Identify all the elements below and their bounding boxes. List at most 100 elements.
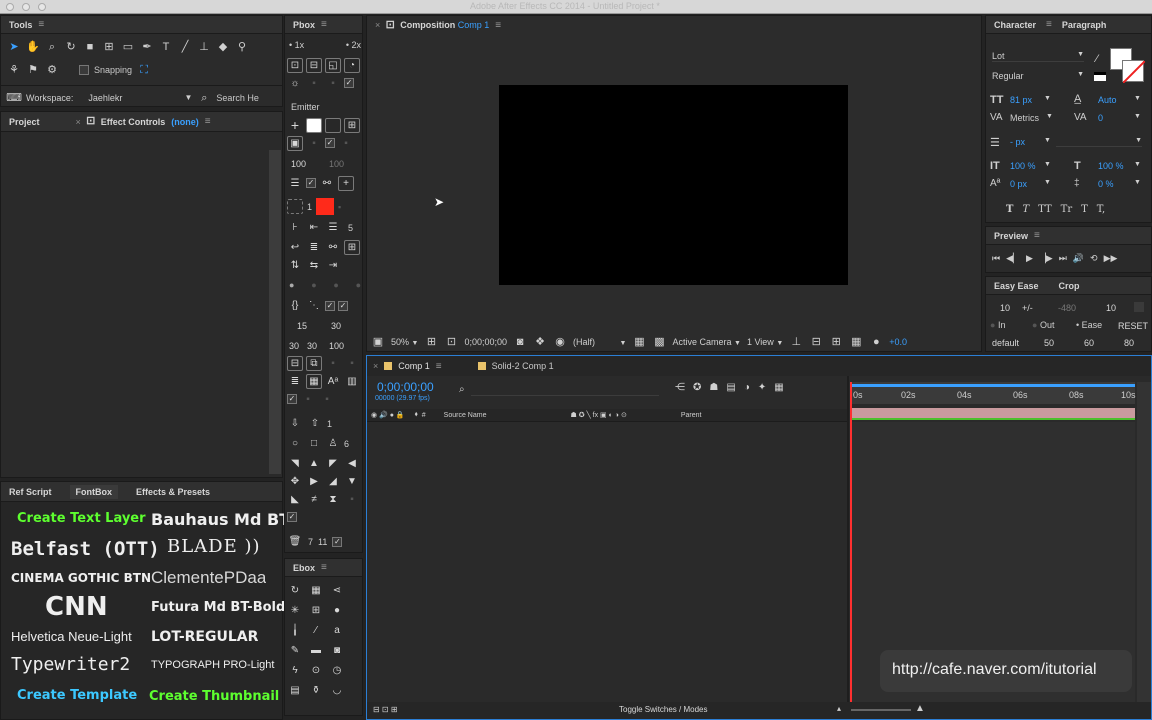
subscript-button[interactable]: T, bbox=[1097, 204, 1105, 215]
tools-menu-icon[interactable]: ≡ bbox=[38, 19, 44, 30]
indent-icon[interactable]: ⇤ bbox=[306, 220, 322, 235]
add-icon[interactable]: + bbox=[287, 118, 303, 133]
zoom-in-icon[interactable]: ▲ bbox=[915, 703, 925, 714]
source-name-column[interactable]: Source Name bbox=[444, 412, 487, 419]
timeline-divider[interactable] bbox=[847, 376, 849, 704]
timeline-search-icon[interactable]: ⌕ bbox=[459, 384, 465, 395]
ease-in-option[interactable]: ● In bbox=[990, 320, 1005, 330]
triangle-up-left-icon[interactable]: ◣ bbox=[287, 492, 303, 507]
eyedropper-icon[interactable]: ⁄ bbox=[1090, 52, 1104, 66]
font-size-icon[interactable]: Aᵃ bbox=[325, 374, 341, 389]
tab-composition[interactable]: Composition Comp 1 bbox=[400, 20, 489, 30]
slot-icon-2[interactable]: ▪ bbox=[325, 76, 341, 91]
first-frame-icon[interactable]: ⏮ bbox=[992, 253, 1000, 264]
stack-icon[interactable]: ≣ bbox=[287, 374, 303, 389]
tab-crop[interactable]: Crop bbox=[1059, 281, 1080, 291]
font-select[interactable]: Lot ▼ bbox=[992, 51, 1084, 62]
kerning-value[interactable]: Metrics bbox=[1010, 113, 1039, 123]
refresh-icon[interactable]: ↻ bbox=[287, 583, 303, 598]
exposure-value[interactable]: +0.0 bbox=[889, 337, 907, 347]
text-layer-icon[interactable]: ⊟ bbox=[306, 58, 322, 73]
rotate-tool-icon[interactable]: ↻ bbox=[64, 40, 78, 54]
preview-menu-icon[interactable]: ≡ bbox=[1034, 230, 1040, 241]
toggle-pixel-icon[interactable]: ⊥ bbox=[789, 335, 803, 349]
bounds-icon[interactable] bbox=[287, 199, 303, 214]
region-icon[interactable]: ▦ bbox=[632, 335, 646, 349]
dot-icon-3[interactable]: ● bbox=[333, 280, 338, 290]
workspace-select[interactable]: Jaehlekr ▼ bbox=[88, 93, 192, 103]
pbox-val-30c[interactable]: 30 bbox=[307, 341, 317, 351]
ease-val-480[interactable]: -480 bbox=[1058, 303, 1076, 313]
ease-out-option[interactable]: ● Out bbox=[1032, 320, 1054, 330]
triangle-down-icon[interactable]: ▼ bbox=[344, 474, 360, 489]
ease-slot-icon[interactable] bbox=[1134, 302, 1144, 312]
add-box-icon[interactable]: + bbox=[338, 176, 354, 191]
pbox-val-100b[interactable]: 100 bbox=[329, 159, 344, 169]
ease-d50[interactable]: 50 bbox=[1044, 338, 1054, 348]
triangle-right-icon[interactable]: ▶ bbox=[306, 474, 322, 489]
character-menu-icon[interactable]: ≡ bbox=[1046, 19, 1052, 30]
ease-plus-minus[interactable]: +/- bbox=[1022, 303, 1033, 313]
pbox-val-30b[interactable]: 30 bbox=[289, 341, 299, 351]
faux-italic-button[interactable]: T bbox=[1022, 204, 1029, 215]
selection-tool-icon[interactable]: ➤ bbox=[7, 40, 21, 54]
faux-bold-button[interactable]: T bbox=[1006, 204, 1013, 215]
close-window-icon[interactable] bbox=[6, 3, 14, 11]
show-snapshot-icon[interactable]: ❖ bbox=[533, 335, 547, 349]
horizontal-scale-value[interactable]: 100 % bbox=[1098, 161, 1124, 171]
timeline-search-field[interactable] bbox=[471, 384, 659, 396]
stroke-swatch-icon[interactable] bbox=[1094, 72, 1106, 81]
frame-blending-icon[interactable]: ▤ bbox=[726, 382, 735, 393]
hand-tool-icon[interactable]: ✋ bbox=[26, 40, 40, 54]
pbox-val-30a[interactable]: 30 bbox=[331, 321, 341, 331]
pbox-check-5[interactable]: ✓ bbox=[338, 300, 348, 311]
target-icon[interactable]: ⊙ bbox=[308, 663, 324, 678]
type-tool-icon[interactable]: T bbox=[159, 40, 173, 54]
frame-icon[interactable]: ▣ bbox=[287, 136, 303, 151]
zoom-tool-icon[interactable]: ⌕ bbox=[45, 40, 59, 54]
pbox-val-7[interactable]: 7 bbox=[308, 537, 313, 547]
close-comp-tab-icon[interactable]: × bbox=[375, 20, 380, 30]
stroke-type-select[interactable]: ▼ bbox=[1056, 137, 1142, 147]
pan-behind-tool-icon[interactable]: ⊞ bbox=[102, 40, 116, 54]
download-icon[interactable]: ⇩ bbox=[287, 416, 303, 431]
last-frame-icon[interactable]: ⏭ bbox=[1059, 253, 1067, 264]
pbox-check-8[interactable]: ✓ bbox=[332, 536, 343, 547]
copy-icon[interactable]: ⧉ bbox=[306, 356, 322, 371]
tab-solid-comp[interactable]: Solid-2 Comp 1 bbox=[492, 361, 554, 371]
current-time-indicator[interactable] bbox=[850, 382, 852, 704]
film-icon[interactable]: ▤ bbox=[287, 683, 303, 698]
pbox-val-100a[interactable]: 100 bbox=[291, 159, 306, 169]
video-icon[interactable]: ▬ bbox=[308, 643, 324, 658]
font-cinema-gothic[interactable]: CINEMA GOTHIC BTN bbox=[11, 571, 151, 585]
pbox-val-15[interactable]: 15 bbox=[297, 321, 307, 331]
white-swatch[interactable] bbox=[306, 118, 322, 133]
close-timeline-tab-icon[interactable]: × bbox=[373, 361, 378, 371]
slot-icon-10[interactable]: ▪ bbox=[344, 492, 360, 507]
tab-effects-presets[interactable]: Effects & Presets bbox=[136, 487, 210, 497]
dot-icon-1[interactable]: ● bbox=[289, 280, 294, 290]
title-safe-icon[interactable]: ⊡ bbox=[444, 335, 458, 349]
pbox-val-5[interactable]: 5 bbox=[348, 223, 353, 233]
ease-d60[interactable]: 60 bbox=[1084, 338, 1094, 348]
lightning-icon[interactable]: ϟ bbox=[287, 663, 303, 678]
tsume-value[interactable]: 0 % bbox=[1098, 179, 1114, 189]
comp-canvas[interactable] bbox=[499, 85, 848, 285]
pbox-check-1[interactable]: ✓ bbox=[344, 78, 354, 88]
lock-comp-icon[interactable]: ⊡ bbox=[386, 18, 395, 32]
font-clemente[interactable]: ClementePDaa bbox=[151, 568, 266, 588]
upload-icon[interactable]: ⇧ bbox=[307, 416, 323, 431]
puppet-overlap-tool-icon[interactable]: ⚑ bbox=[26, 63, 40, 77]
slot-icon-9[interactable]: ▪ bbox=[319, 392, 335, 407]
create-text-layer-button[interactable]: Create Text Layer bbox=[17, 511, 146, 526]
clock-icon[interactable]: ◷ bbox=[329, 663, 345, 678]
vertical-scale-value[interactable]: 100 % bbox=[1010, 161, 1036, 171]
eraser-tool-icon[interactable]: ◆ bbox=[216, 40, 230, 54]
font-typewriter[interactable]: Typewriter2 bbox=[11, 654, 130, 675]
layers-icon[interactable]: ☰ bbox=[287, 176, 303, 191]
dotted-line-icon[interactable]: ⋱ bbox=[306, 298, 322, 313]
time-ruler[interactable]: 0s 02s 04s 06s 08s 10s bbox=[851, 382, 1136, 404]
brush-tool-icon[interactable]: ╱ bbox=[178, 40, 192, 54]
arrow-right-icon[interactable]: ⇥ bbox=[325, 258, 341, 273]
zoom-1x-option[interactable]: • 1x bbox=[289, 40, 304, 50]
